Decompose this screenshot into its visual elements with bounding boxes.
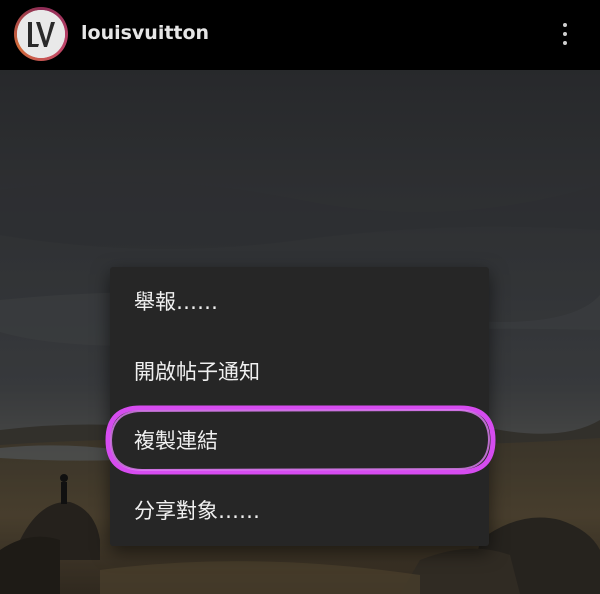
dot [563, 41, 567, 45]
post-options-menu: 舉報…… 開啟帖子通知 複製連結 分享對象…… [110, 267, 489, 546]
menu-item-report[interactable]: 舉報…… [110, 267, 489, 337]
menu-item-post-notifications[interactable]: 開啟帖子通知 [110, 337, 489, 407]
lv-monogram-icon [17, 10, 65, 58]
app-frame: louisvuitton 舉報…… 開啟帖子通知 複製連結 分享對象…… [0, 0, 600, 594]
menu-item-copy-link[interactable]: 複製連結 [110, 406, 489, 476]
avatar[interactable] [14, 7, 68, 61]
menu-item-share-to[interactable]: 分享對象…… [110, 476, 489, 546]
username[interactable]: louisvuitton [81, 20, 209, 46]
dot [563, 32, 567, 36]
lv-logo-icon [17, 10, 65, 58]
dot [563, 23, 567, 27]
post-header: louisvuitton [0, 0, 600, 70]
more-vertical-icon[interactable] [550, 16, 580, 52]
